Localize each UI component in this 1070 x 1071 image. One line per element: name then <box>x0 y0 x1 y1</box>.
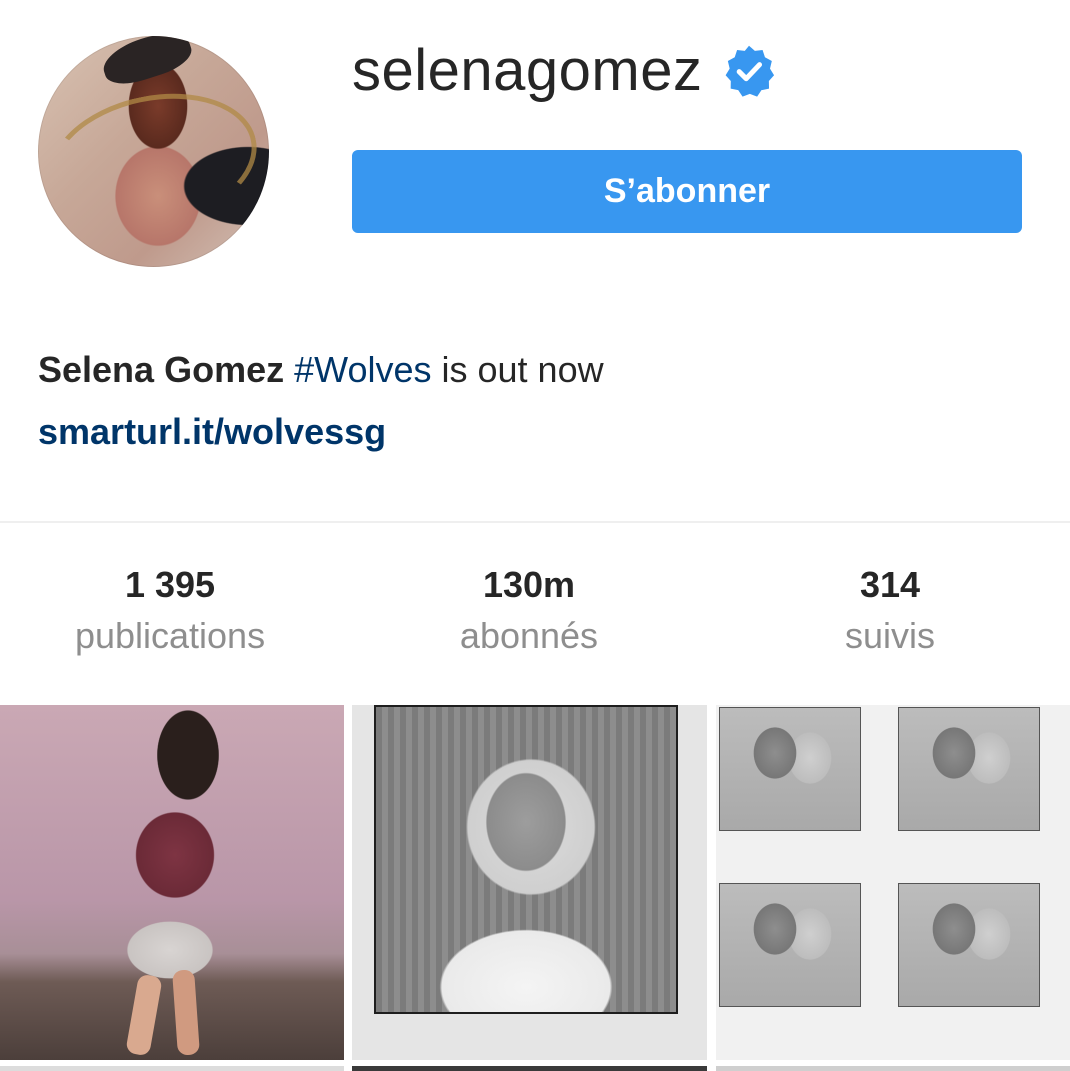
stat-following-count: 314 <box>859 564 921 605</box>
divider <box>0 521 1070 523</box>
post-image <box>374 705 678 1014</box>
verified-badge-icon <box>725 45 774 97</box>
bio: Selena Gomez #Wolves is out now smarturl… <box>38 342 604 460</box>
stat-following[interactable]: 314 suivis <box>720 562 1060 664</box>
bio-hashtag-link[interactable]: #Wolves <box>294 349 431 390</box>
post-thumbnail[interactable] <box>0 705 344 1060</box>
username-row: selenagomez <box>352 36 777 106</box>
next-row-thumbnails <box>0 1066 1070 1071</box>
follow-button[interactable]: S’abonner <box>352 150 1022 233</box>
username: selenagomez <box>352 38 703 103</box>
post-image <box>898 707 1040 831</box>
stat-posts: 1 395 publications <box>0 562 340 664</box>
post-image <box>898 883 1040 1007</box>
post-thumbnail[interactable] <box>716 705 1070 1060</box>
post-thumbnail[interactable] <box>352 705 707 1060</box>
stat-followers[interactable]: 130m abonnés <box>359 562 699 664</box>
stat-followers-label: abonnés <box>459 615 599 656</box>
post-image <box>719 707 861 831</box>
stat-followers-count: 130m <box>482 564 576 605</box>
stat-posts-count: 1 395 <box>124 564 216 605</box>
bio-text: is out now <box>431 349 604 390</box>
stat-following-label: suivis <box>844 615 936 656</box>
full-name: Selena Gomez <box>38 349 285 390</box>
bio-external-link[interactable]: smarturl.it/wolvessg <box>38 404 604 460</box>
profile-page: selenagomez S’abonner Selena Gomez #Wolv… <box>0 0 1070 1071</box>
stat-posts-label: publications <box>74 615 266 656</box>
post-image <box>719 883 861 1007</box>
profile-avatar[interactable] <box>38 36 269 267</box>
